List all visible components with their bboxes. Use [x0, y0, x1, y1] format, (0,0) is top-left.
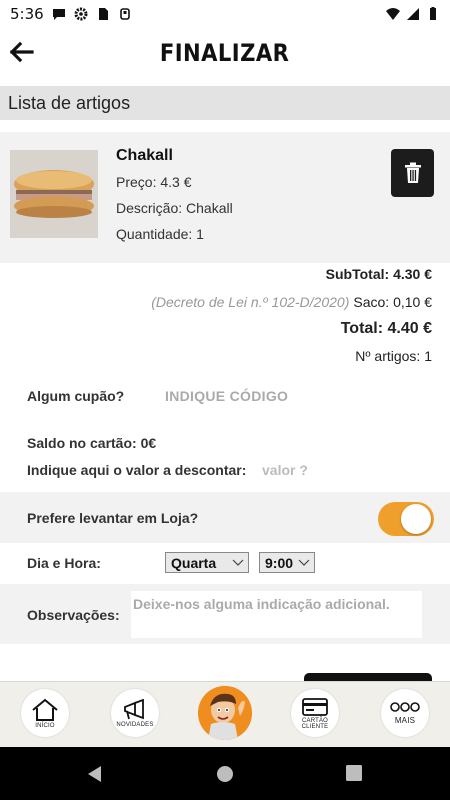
bag-fee: Saco: 0,10 € — [353, 294, 432, 310]
pickup-label: Prefere levantar em Loja? — [27, 510, 199, 526]
item-photo — [10, 150, 98, 238]
hour-select[interactable]: 9:00 — [259, 552, 315, 573]
discount-label: Indique aqui o valor a descontar: — [27, 462, 247, 478]
usb-icon — [119, 8, 130, 20]
cart-item: Chakall Preço: 4.3 € Descrição: Chakall … — [0, 132, 450, 263]
decree-note: (Decreto de Lei n.º 102-D/2020) — [151, 294, 350, 310]
chevron-down-icon — [232, 559, 244, 566]
notes-input[interactable]: Deixe-nos alguma indicação adicional. — [131, 591, 422, 638]
card-icon — [302, 697, 328, 716]
nav-client-card-label: CARTÃO CLIENTE — [301, 717, 329, 730]
battery-icon — [430, 7, 436, 20]
item-name: Chakall — [116, 147, 173, 164]
wifi-icon — [386, 8, 400, 20]
item-quantity: Quantidade: 1 — [116, 226, 204, 242]
bottom-nav: INÍCIO NOVIDADES CARTÃO CLIENTE MAIS — [0, 681, 450, 747]
nav-news[interactable]: NOVIDADES — [111, 689, 159, 737]
discount-value-input[interactable]: valor ? — [262, 462, 308, 478]
home-icon — [32, 698, 58, 721]
coupon-label: Algum cupão? — [27, 388, 125, 404]
signal-icon — [407, 8, 419, 20]
nav-more-label: MAIS — [394, 716, 416, 725]
item-description: Descrição: Chakall — [116, 200, 233, 216]
total: Total: 4.40 € — [340, 320, 432, 337]
item-price: Preço: 4.3 € — [116, 174, 192, 190]
back-arrow-icon[interactable] — [8, 38, 36, 66]
day-select[interactable]: Quarta — [165, 552, 249, 573]
more-icon — [390, 702, 420, 712]
mascot-button[interactable] — [198, 686, 252, 740]
item-count: Nº artigos: 1 — [355, 348, 432, 364]
mascot-icon — [198, 686, 252, 740]
delete-item-button[interactable] — [391, 149, 434, 197]
system-recents-icon[interactable] — [346, 765, 362, 781]
system-back-icon[interactable] — [86, 765, 104, 783]
status-bar: 5:36 — [0, 0, 450, 28]
megaphone-icon — [124, 698, 144, 719]
page-title: FINALIZAR — [160, 39, 290, 67]
pickup-toggle[interactable] — [378, 502, 434, 536]
trash-icon — [404, 162, 421, 183]
coupon-input[interactable]: INDIQUE CÓDIGO — [165, 388, 288, 404]
nav-home[interactable]: INÍCIO — [21, 689, 69, 737]
sd-card-icon — [98, 8, 108, 20]
day-select-value: Quarta — [171, 554, 217, 571]
app-header: FINALIZAR — [0, 28, 450, 78]
nav-client-card[interactable]: CARTÃO CLIENTE — [291, 689, 339, 737]
chevron-down-icon — [298, 559, 310, 566]
toggle-knob — [401, 504, 431, 534]
hour-select-value: 9:00 — [265, 554, 294, 571]
card-balance: Saldo no cartão: 0€ — [27, 435, 157, 451]
system-nav-bar — [0, 747, 450, 800]
section-title: Lista de artigos — [0, 86, 450, 120]
nav-more[interactable]: MAIS — [381, 689, 429, 737]
status-system-icons — [386, 7, 440, 21]
notes-label: Observações: — [27, 607, 120, 623]
sandwich-image — [10, 150, 98, 238]
bag-fee-line: (Decreto de Lei n.º 102-D/2020) Saco: 0,1… — [151, 294, 432, 310]
status-notifications — [52, 7, 132, 21]
status-time: 5:36 — [10, 5, 44, 23]
chat-icon — [52, 9, 65, 20]
nav-news-label: NOVIDADES — [116, 721, 154, 728]
subtotal: SubTotal: 4.30 € — [325, 266, 432, 282]
system-home-icon[interactable] — [216, 765, 234, 783]
gear-icon — [74, 7, 88, 21]
date-time-label: Dia e Hora: — [27, 555, 101, 571]
nav-home-label: INÍCIO — [35, 722, 55, 729]
